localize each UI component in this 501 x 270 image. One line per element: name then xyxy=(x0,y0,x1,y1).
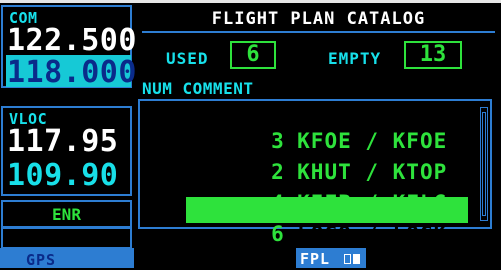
gps-mode-label: GPS xyxy=(26,251,57,269)
flight-plan-catalog-panel: FLIGHT PLAN CATALOG USED 6 EMPTY 13 NUM … xyxy=(136,3,501,268)
title-divider xyxy=(142,31,495,33)
page-indicator-current xyxy=(353,254,360,264)
scrollbar[interactable] xyxy=(480,107,488,221)
message-box xyxy=(1,227,132,249)
page-title: FLIGHT PLAN CATALOG xyxy=(211,9,426,29)
used-label: USED xyxy=(166,49,209,68)
scrollbar-thumb[interactable] xyxy=(482,112,486,216)
empty-count: 13 xyxy=(404,41,462,69)
gps-display: COM 122.500 118.000 VLOC 117.95 109.90 E… xyxy=(0,0,501,269)
vloc-window[interactable]: VLOC 117.95 109.90 xyxy=(1,106,132,196)
gps-mode-bar xyxy=(0,248,134,268)
cdi-mode-label: ENR xyxy=(52,205,81,224)
flight-plan-number: 6 xyxy=(271,222,285,246)
page-group-label: FPL xyxy=(300,250,331,268)
cdi-mode-box: ENR xyxy=(1,200,132,228)
flight-plan-comment: LOGO / LOGK xyxy=(297,222,448,246)
empty-label: EMPTY xyxy=(328,49,382,68)
com-window[interactable]: COM 122.500 118.000 xyxy=(1,5,136,90)
list-header: NUM COMMENT xyxy=(142,79,254,98)
used-count: 6 xyxy=(230,41,276,69)
vloc-active-frequency: 117.95 xyxy=(7,124,119,159)
com-standby-frequency[interactable]: 118.000 xyxy=(7,55,137,90)
radio-column: COM 122.500 118.000 VLOC 117.95 109.90 E… xyxy=(0,3,136,268)
vloc-standby-frequency[interactable]: 109.90 xyxy=(7,158,118,193)
page-indicator-empty xyxy=(344,254,351,264)
flight-plan-list[interactable]: 3KFOE / KFOE 2KHUT / KTOP 4KIFP / KFLG 6… xyxy=(138,99,492,246)
com-active-frequency: 122.500 xyxy=(7,23,137,58)
